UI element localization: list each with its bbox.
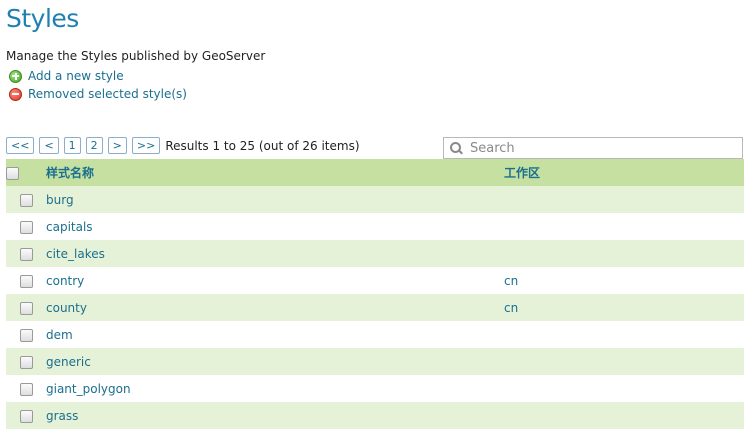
table-header-row: 样式名称 工作区 <box>6 159 744 186</box>
style-name-link[interactable]: cite_lakes <box>46 247 105 261</box>
pagination: << < 1 2 > >> Results 1 to 25 (out of 26… <box>6 137 360 154</box>
row-checkbox[interactable] <box>19 274 33 288</box>
style-name-link[interactable]: grass <box>46 409 78 423</box>
table-row: burg <box>6 186 744 213</box>
prev-page-button[interactable]: < <box>39 137 59 154</box>
table-row: county cn <box>6 294 744 321</box>
style-name-link[interactable]: burg <box>46 193 74 207</box>
row-checkbox[interactable] <box>19 193 33 207</box>
style-name-link[interactable]: giant_polygon <box>46 382 131 396</box>
add-style-action[interactable]: Add a new style <box>9 68 124 84</box>
add-style-link[interactable]: Add a new style <box>28 69 124 83</box>
row-checkbox[interactable] <box>19 220 33 234</box>
row-checkbox[interactable] <box>19 409 33 423</box>
table-row: cite_lakes <box>6 240 744 267</box>
last-page-button[interactable]: >> <box>131 137 161 154</box>
search-input[interactable] <box>468 139 722 157</box>
page-1-button[interactable]: 1 <box>63 137 81 154</box>
select-all-cell <box>6 159 46 186</box>
style-name-link[interactable]: dem <box>46 328 73 342</box>
row-checkbox[interactable] <box>19 328 33 342</box>
remove-circle-icon <box>9 87 22 101</box>
style-name-link[interactable]: capitals <box>46 220 93 234</box>
search-box[interactable] <box>443 137 743 159</box>
row-checkbox[interactable] <box>19 301 33 315</box>
row-checkbox[interactable] <box>19 247 33 261</box>
table-row: contry cn <box>6 267 744 294</box>
table-row: dem <box>6 321 744 348</box>
remove-selected-link[interactable]: Removed selected style(s) <box>28 87 187 101</box>
select-all-checkbox[interactable] <box>6 166 19 180</box>
first-page-button[interactable]: << <box>6 137 35 154</box>
workspace-link[interactable]: cn <box>504 301 518 315</box>
remove-style-action[interactable]: Removed selected style(s) <box>9 86 187 102</box>
results-count: Results 1 to 25 (out of 26 items) <box>165 138 360 153</box>
style-name-link[interactable]: generic <box>46 355 91 369</box>
table-row: capitals <box>6 213 744 240</box>
page-2-button[interactable]: 2 <box>85 137 103 154</box>
style-name-link[interactable]: contry <box>46 274 84 288</box>
page-description: Manage the Styles published by GeoServer <box>6 49 266 63</box>
search-icon <box>450 142 462 154</box>
page-title: Styles <box>6 4 79 33</box>
table-row: giant_polygon <box>6 375 744 402</box>
style-name-link[interactable]: county <box>46 301 87 315</box>
styles-table: 样式名称 工作区 burg capitals cite_lakes contry… <box>6 159 744 429</box>
row-checkbox[interactable] <box>19 355 33 369</box>
column-header-name[interactable]: 样式名称 <box>46 159 504 186</box>
add-circle-icon <box>9 69 22 83</box>
table-row: generic <box>6 348 744 375</box>
row-checkbox[interactable] <box>19 382 33 396</box>
next-page-button[interactable]: > <box>107 137 127 154</box>
table-row: grass <box>6 402 744 429</box>
workspace-link[interactable]: cn <box>504 274 518 288</box>
column-header-workspace[interactable]: 工作区 <box>504 159 744 186</box>
